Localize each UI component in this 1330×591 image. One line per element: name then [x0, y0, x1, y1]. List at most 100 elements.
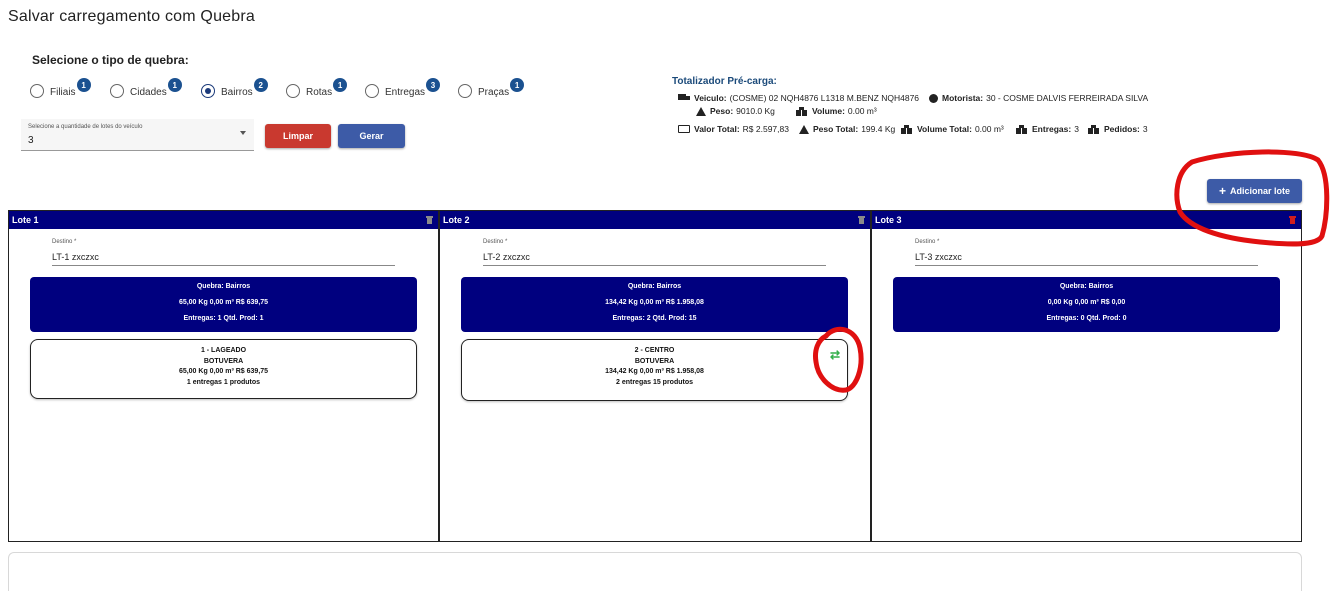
caret-down-icon [240, 131, 246, 135]
trash-icon[interactable] [426, 216, 433, 224]
lote-panel-2: Lote 2 Destino * LT-2 zxczxc Quebra: Bai… [439, 210, 871, 542]
trash-icon[interactable] [858, 216, 865, 224]
summary-quebra: Quebra: Bairros [1059, 283, 1114, 290]
radio-label: Entregas [385, 86, 426, 98]
count-badge: 1 [167, 78, 182, 92]
lote-panel-1: Lote 1 Destino * LT-1 zxczxc Quebra: Bai… [8, 210, 439, 542]
card-city: BOTUVERA [634, 358, 675, 365]
veiculo-info: Veiculo: (COSME) 02 NQH4876 L1318 M.BENZ… [678, 93, 919, 103]
summary-quebra: Quebra: Bairros [627, 283, 682, 290]
summary-counts: Entregas: 2 Qtd. Prod: 15 [612, 315, 697, 322]
radio-entregas[interactable]: Entregas 3 [365, 78, 441, 104]
destino-input[interactable]: LT-2 zxczxc [483, 252, 530, 262]
gerar-button[interactable]: Gerar [338, 124, 405, 148]
lote-title: Lote 1 [12, 215, 39, 225]
input-underline [483, 265, 826, 266]
volume-total-info: Volume Total: 0.00 m³ [901, 124, 1004, 134]
input-underline [52, 265, 395, 266]
summary-totals: 65,00 Kg 0,00 m³ R$ 639,75 [178, 299, 269, 306]
boxes-icon [1016, 124, 1028, 134]
lote-title: Lote 3 [875, 215, 902, 225]
summary-totals: 0,00 Kg 0,00 m³ R$ 0,00 [1047, 299, 1126, 306]
lote-summary: Quebra: Bairros 0,00 Kg 0,00 m³ R$ 0,00 … [893, 277, 1280, 332]
summary-totals: 134,42 Kg 0,00 m³ R$ 1.958,08 [605, 299, 704, 306]
volume-total-value: 0.00 m³ [974, 124, 1004, 134]
volume-value: 0.00 m³ [847, 106, 877, 116]
lote-summary: Quebra: Bairros 65,00 Kg 0,00 m³ R$ 639,… [30, 277, 417, 332]
radio-cidades[interactable]: Cidades 1 [110, 78, 182, 104]
pedidos-label: Pedidos: [1104, 124, 1140, 134]
page-title: Salvar carregamento com Quebra [8, 8, 255, 25]
card-bairro-name: 2 - CENTRO [634, 347, 675, 354]
count-badge: 1 [510, 78, 525, 92]
select-label: Selecione a quantidade de lotes do veícu… [28, 124, 143, 130]
summary-counts: Entregas: 1 Qtd. Prod: 1 [183, 315, 264, 322]
count-badge: 1 [76, 78, 91, 92]
bairro-card[interactable]: 2 - CENTRO BOTUVERA 134,42 Kg 0,00 m³ R$… [461, 339, 848, 401]
destino-input[interactable]: LT-1 zxczxc [52, 252, 99, 262]
lote-panel-3: Lote 3 Destino * LT-3 zxczxc Quebra: Bai… [871, 210, 1302, 542]
motorista-value: 30 - COSME DALVIS FERREIRADA SILVA [986, 93, 1149, 103]
boxes-icon [796, 106, 808, 116]
adicionar-lote-button[interactable]: + Adicionar lote [1207, 179, 1302, 203]
lote-summary: Quebra: Bairros 134,42 Kg 0,00 m³ R$ 1.9… [461, 277, 848, 332]
peso-total-value: 199.4 Kg [861, 124, 896, 134]
entregas-value: 3 [1074, 124, 1079, 134]
destino-input[interactable]: LT-3 zxczxc [915, 252, 962, 262]
summary-counts: Entregas: 0 Qtd. Prod: 0 [1046, 315, 1127, 322]
radio-button[interactable] [365, 84, 379, 98]
destino-label: Destino * [52, 239, 77, 245]
motorista-info: Motorista: 30 - COSME DALVIS FERREIRADA … [929, 93, 1148, 103]
lotes-quantity-select[interactable]: Selecione a quantidade de lotes do veícu… [21, 119, 254, 151]
summary-quebra: Quebra: Bairros [196, 283, 251, 290]
radio-button-checked[interactable] [201, 84, 215, 98]
truck-icon [678, 94, 690, 102]
trash-icon[interactable] [1289, 216, 1296, 224]
destino-label: Destino * [915, 239, 940, 245]
adicionar-lote-label: Adicionar lote [1230, 186, 1291, 196]
lote-header: Lote 3 [872, 211, 1301, 229]
weight-icon [696, 106, 706, 116]
bairro-card[interactable]: 1 - LAGEADO BOTUVERA 65,00 Kg 0,00 m³ R$… [30, 339, 417, 399]
valor-total-label: Valor Total: [694, 124, 740, 134]
veiculo-value: (COSME) 02 NQH4876 L1318 M.BENZ NQH4876 [729, 93, 920, 103]
radio-label: Rotas [306, 86, 333, 98]
boxes-icon [1088, 124, 1100, 134]
entregas-label: Entregas: [1032, 124, 1072, 134]
count-badge: 1 [333, 78, 348, 92]
plus-icon: + [1218, 184, 1226, 198]
valor-total-value: R$ 2.597,83 [742, 124, 789, 134]
swap-arrows-icon[interactable]: ⇄ [830, 348, 840, 362]
input-underline [915, 265, 1258, 266]
peso-total-label: Peso Total: [813, 124, 859, 134]
radio-button[interactable] [30, 84, 44, 98]
limpar-button[interactable]: Limpar [265, 124, 331, 148]
card-counts: 2 entregas 15 produtos [615, 379, 694, 386]
radio-label: Cidades [130, 86, 167, 98]
page: Salvar carregamento com Quebra Selecione… [0, 0, 1330, 591]
radio-label: Praças [478, 86, 510, 98]
motorista-label: Motorista: [942, 93, 984, 103]
card-totals: 134,42 Kg 0,00 m³ R$ 1.958,08 [605, 368, 704, 375]
count-badge: 3 [426, 78, 441, 92]
radio-bairros[interactable]: Bairros 2 [201, 78, 268, 104]
radio-rotas[interactable]: Rotas 1 [286, 78, 348, 104]
pedidos-info: Pedidos: 3 [1088, 124, 1148, 134]
peso-info: Peso: 9010.0 Kg [696, 106, 775, 116]
radio-pracas[interactable]: Praças 1 [458, 78, 525, 104]
count-badge: 2 [253, 78, 268, 92]
volume-label: Volume: [812, 106, 845, 116]
destino-label: Destino * [483, 239, 508, 245]
radio-button[interactable] [286, 84, 300, 98]
totalizador-title: Totalizador Pré-carga: [672, 76, 777, 87]
card-city: BOTUVERA [203, 358, 244, 365]
lote-header: Lote 2 [440, 211, 870, 229]
valor-total-info: Valor Total: R$ 2.597,83 [678, 124, 789, 134]
money-icon [678, 125, 690, 133]
entregas-info: Entregas: 3 [1016, 124, 1079, 134]
radio-button[interactable] [110, 84, 124, 98]
radio-filiais[interactable]: Filiais 1 [30, 78, 91, 104]
peso-value: 9010.0 Kg [736, 106, 775, 116]
peso-total-info: Peso Total: 199.4 Kg [799, 124, 895, 134]
radio-button[interactable] [458, 84, 472, 98]
